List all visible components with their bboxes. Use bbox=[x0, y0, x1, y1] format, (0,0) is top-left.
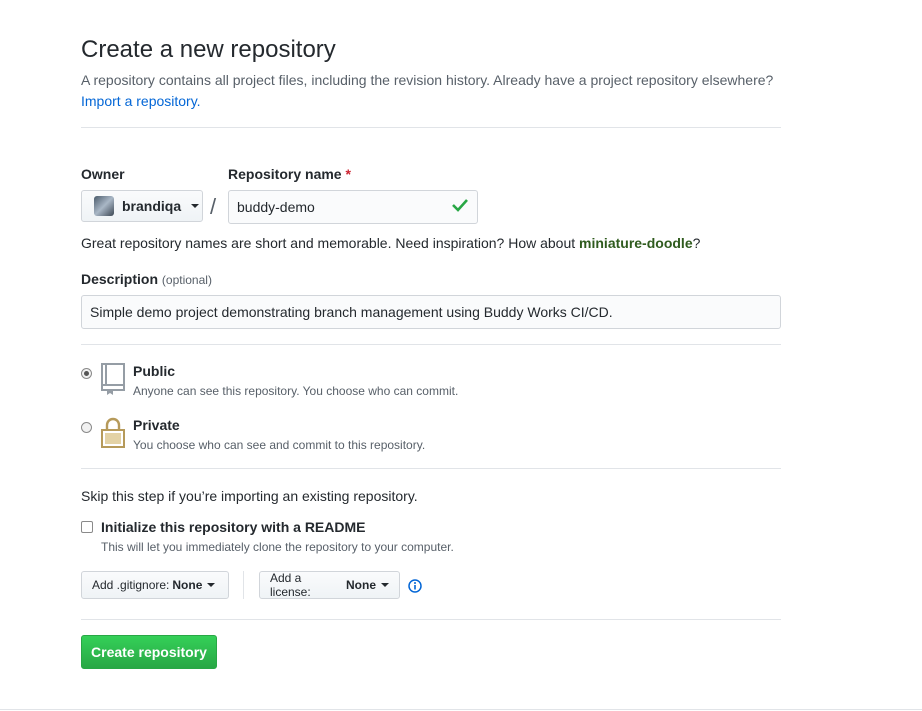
license-value: None bbox=[346, 578, 376, 592]
repo-name-hint: Great repository names are short and mem… bbox=[81, 233, 700, 253]
divider bbox=[81, 127, 781, 128]
private-option-note: You choose who can see and commit to thi… bbox=[133, 438, 426, 452]
private-option-title: Private bbox=[133, 417, 180, 433]
divider bbox=[81, 619, 781, 620]
readme-checkbox[interactable] bbox=[81, 521, 93, 533]
lock-icon bbox=[101, 417, 125, 448]
readme-note: This will let you immediately clone the … bbox=[101, 540, 454, 554]
divider bbox=[81, 344, 781, 345]
divider bbox=[81, 468, 781, 469]
avatar bbox=[94, 196, 114, 216]
description-input[interactable] bbox=[81, 295, 781, 329]
hint-text: Great repository names are short and mem… bbox=[81, 235, 576, 251]
repo-name-label-text: Repository name bbox=[228, 166, 342, 182]
skip-step-note: Skip this step if you’re importing an ex… bbox=[81, 488, 418, 504]
license-prefix: Add a license: bbox=[270, 571, 311, 599]
readme-label[interactable]: Initialize this repository with a README bbox=[101, 519, 365, 535]
owner-label: Owner bbox=[81, 166, 125, 182]
repo-name-input[interactable] bbox=[228, 190, 478, 224]
chevron-down-icon bbox=[207, 583, 216, 587]
subtitle-text: A repository contains all project files,… bbox=[81, 72, 774, 88]
gitignore-prefix: Add .gitignore: bbox=[92, 578, 170, 592]
repo-name-label: Repository name * bbox=[228, 166, 351, 182]
hint-suffix: ? bbox=[692, 235, 701, 251]
page-title: Create a new repository bbox=[81, 36, 336, 63]
chevron-down-icon bbox=[381, 583, 389, 587]
repo-book-icon bbox=[101, 363, 125, 395]
description-label-text: Description bbox=[81, 271, 159, 287]
gitignore-select[interactable]: Add .gitignore: None bbox=[81, 571, 229, 599]
public-radio[interactable] bbox=[81, 368, 92, 379]
create-repository-button[interactable]: Create repository bbox=[81, 635, 217, 669]
chevron-down-icon bbox=[191, 204, 200, 208]
owner-dropdown[interactable]: brandiqa bbox=[81, 190, 203, 222]
license-select[interactable]: Add a license: None bbox=[259, 571, 400, 599]
select-separator bbox=[243, 571, 244, 599]
gitignore-value: None bbox=[172, 578, 203, 592]
description-label: Description (optional) bbox=[81, 271, 212, 287]
check-icon bbox=[452, 199, 468, 212]
footer-divider bbox=[0, 709, 922, 710]
public-option-title: Public bbox=[133, 363, 176, 379]
required-mark: * bbox=[345, 166, 351, 182]
optional-hint: (optional) bbox=[161, 273, 212, 287]
info-icon[interactable] bbox=[408, 579, 422, 593]
page-subtitle: A repository contains all project files,… bbox=[81, 70, 801, 112]
owner-repo-separator: / bbox=[210, 194, 217, 219]
import-repository-link[interactable]: Import a repository. bbox=[81, 93, 201, 109]
public-option-note: Anyone can see this repository. You choo… bbox=[133, 384, 459, 398]
private-radio[interactable] bbox=[81, 422, 92, 433]
owner-name: brandiqa bbox=[122, 198, 182, 214]
name-suggestion-link[interactable]: miniature-doodle bbox=[579, 235, 693, 251]
